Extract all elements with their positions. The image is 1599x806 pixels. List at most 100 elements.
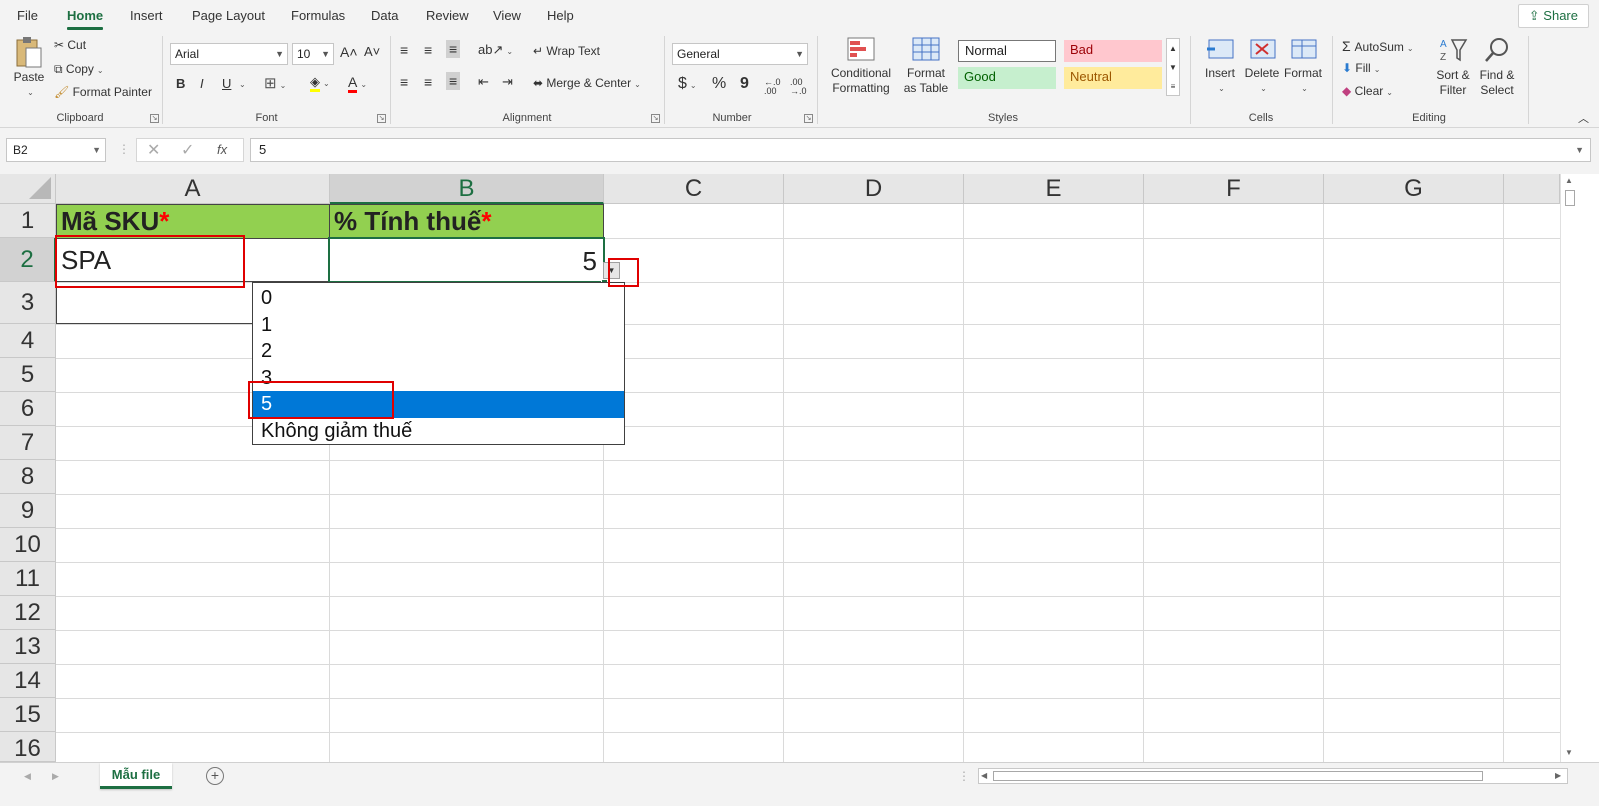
dropdown-option-khong-giam-thue[interactable]: Không giảm thuế [253,418,624,445]
font-size-combo[interactable]: 10 ▼ [292,43,334,65]
fill-color-button[interactable]: ◈ ⌄ [310,74,330,92]
merge-center-button[interactable]: ⬌ Merge & Center ⌄ [533,76,641,90]
column-header-d[interactable]: D [784,174,964,204]
style-neutral[interactable]: Neutral [1064,67,1162,89]
tab-review[interactable]: Review [426,8,469,23]
tab-insert[interactable]: Insert [130,8,163,23]
insert-function-button[interactable]: fx [217,142,227,157]
italic-button[interactable]: I [200,76,204,91]
decrease-indent-button[interactable]: ⇤ [478,74,489,90]
orientation-button[interactable]: ab↗ ⌄ [478,42,513,58]
horizontal-scrollbar[interactable]: ◀ ▶ [978,768,1568,784]
row-header-9[interactable]: 9 [0,494,56,528]
row-header-13[interactable]: 13 [0,630,56,664]
row-header-6[interactable]: 6 [0,392,56,426]
row-header-10[interactable]: 10 [0,528,56,562]
tab-file[interactable]: File [17,8,38,23]
style-normal[interactable]: Normal [958,40,1056,62]
dropdown-option-5[interactable]: 5 [253,391,624,418]
style-good[interactable]: Good [958,67,1056,89]
alignment-launcher-icon[interactable]: ↘ [651,114,660,123]
row-header-15[interactable]: 15 [0,698,56,732]
percent-button[interactable]: % [712,75,726,93]
number-format-combo[interactable]: General ▼ [672,43,808,65]
conditional-formatting-button[interactable]: Conditional Formatting [824,36,898,96]
share-button[interactable]: ⇪ Share [1517,4,1589,28]
increase-indent-button[interactable]: ⇥ [502,74,513,90]
column-header-f[interactable]: F [1144,174,1324,204]
enter-icon[interactable]: ✓ [181,140,194,160]
scroll-up-icon[interactable]: ▲ [1565,176,1573,185]
column-header-a[interactable]: A [56,174,330,204]
align-bottom-button[interactable]: ≡ [446,40,461,58]
autosum-button[interactable]: Σ AutoSum ⌄ [1342,38,1414,54]
clear-button[interactable]: ◆ Clear ⌄ [1342,84,1393,98]
paste-button[interactable]: Paste ⌄ [12,36,46,100]
add-sheet-icon[interactable]: + [206,767,224,785]
column-header-c[interactable]: C [604,174,784,204]
bold-button[interactable]: B [176,76,185,91]
decrease-font-button[interactable]: A˅ [364,44,380,59]
row-header-12[interactable]: 12 [0,596,56,630]
dropdown-option-2[interactable]: 2 [253,338,624,365]
scroll-right-icon[interactable]: ▶ [1555,771,1561,780]
copy-button[interactable]: ⧉ Copy ⌄ [54,62,104,77]
clipboard-launcher-icon[interactable]: ↘ [150,114,159,123]
scroll-thumb[interactable] [1565,190,1575,206]
column-header-e[interactable]: E [964,174,1144,204]
next-sheet-icon[interactable]: ▶ [52,771,59,782]
row-header-7[interactable]: 7 [0,426,56,460]
scroll-thumb[interactable] [993,771,1483,781]
format-painter-button[interactable]: 🖌 Format Painter [54,85,152,99]
row-header-16[interactable]: 16 [0,732,56,762]
align-top-button[interactable]: ≡ [400,42,408,58]
tab-home[interactable]: Home [67,8,104,30]
name-box[interactable]: B2 ▼ [6,138,106,162]
align-middle-button[interactable]: ≡ [424,42,432,58]
sheet-tab-mau-file[interactable]: Mẫu file [100,763,172,789]
scroll-left-icon[interactable]: ◀ [981,771,987,780]
increase-decimal-button[interactable]: ←.0 .00 [764,78,786,96]
formula-input[interactable]: 5 ▼ [250,138,1591,162]
fill-button[interactable]: ⬇ Fill ⌄ [1342,61,1380,75]
align-right-button[interactable]: ≡ [446,72,461,90]
align-center-button[interactable]: ≡ [424,74,432,90]
currency-button[interactable]: $ ⌄ [678,75,697,93]
collapse-ribbon-button[interactable]: ︿ [1578,110,1589,126]
row-header-4[interactable]: 4 [0,324,56,358]
row-header-8[interactable]: 8 [0,460,56,494]
column-header-b[interactable]: B [330,174,604,204]
column-header-g[interactable]: G [1324,174,1504,204]
font-name-combo[interactable]: Arial ▼ [170,43,288,65]
validation-dropdown-button[interactable]: ▼ [603,262,620,279]
underline-button[interactable]: U [222,76,231,91]
cancel-icon[interactable]: ✕ [147,140,160,160]
cut-button[interactable]: ✂ Cut [54,38,86,52]
cell-a2[interactable]: SPA [56,238,329,282]
tab-view[interactable]: View [493,8,521,23]
borders-button[interactable]: ⊞ ⌄ [264,74,286,92]
comma-button[interactable]: 9 [740,75,749,93]
scroll-down-icon[interactable]: ▼ [1565,748,1573,757]
select-all-button[interactable] [0,174,56,204]
dropdown-option-0[interactable]: 0 [253,285,624,312]
row-header-5[interactable]: 5 [0,358,56,392]
tab-help[interactable]: Help [547,8,574,23]
underline-dropdown-icon[interactable]: ⌄ [236,76,246,90]
cell-b2[interactable]: 5 [328,237,605,283]
vertical-scrollbar[interactable]: ▲ ▼ [1560,174,1578,762]
align-left-button[interactable]: ≡ [400,74,408,90]
font-color-button[interactable]: A ⌄ [348,74,367,93]
cell-a1[interactable]: Mã SKU* [56,204,330,239]
increase-font-button[interactable]: A˄ [340,44,358,60]
cell-b1[interactable]: % Tính thuế* [329,204,604,239]
tab-data[interactable]: Data [371,8,398,23]
font-launcher-icon[interactable]: ↘ [377,114,386,123]
dropdown-option-3[interactable]: 3 [253,365,624,392]
delete-cells-button[interactable]: Delete ⌄ [1242,36,1282,96]
dropdown-option-1[interactable]: 1 [253,312,624,339]
row-header-11[interactable]: 11 [0,562,56,596]
style-bad[interactable]: Bad [1064,40,1162,62]
format-cells-button[interactable]: Format ⌄ [1282,36,1324,96]
sort-filter-button[interactable]: AZ Sort & Filter [1432,36,1474,98]
